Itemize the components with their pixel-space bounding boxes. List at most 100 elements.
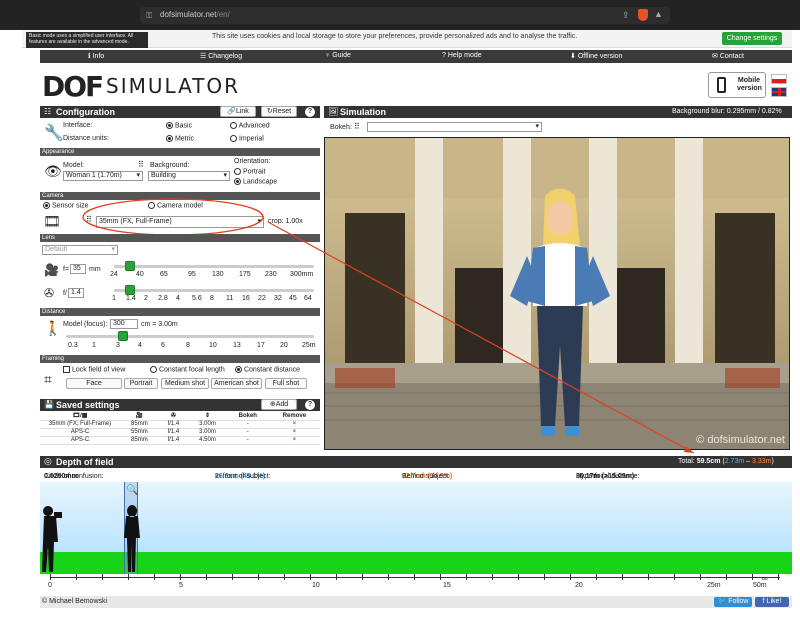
saved-settings-header: 💾 Saved settings ⊕Add ? <box>40 399 320 411</box>
nav-contact[interactable]: ✉ Contact <box>712 52 744 60</box>
table-row[interactable]: APS-C 55mm f/1.4 3.00m - × <box>40 428 320 437</box>
add-button[interactable]: ⊕Add <box>261 399 297 410</box>
constant-distance-radio[interactable]: Constant distance <box>235 366 300 373</box>
focal-unit: mm <box>89 266 101 273</box>
framing-face-button[interactable]: Face <box>66 378 122 389</box>
cell: f/1.4 <box>158 436 189 445</box>
remove-icon[interactable]: × <box>268 436 320 445</box>
table-row[interactable]: 35mm (FX, Full-Frame) 85mm f/1.4 3.00m - × <box>40 420 320 429</box>
units-imperial-radio[interactable]: Imperial <box>230 135 264 142</box>
configuration-title: Configuration <box>56 107 115 117</box>
distance-col-icon: ⇕ <box>188 412 227 421</box>
phone-icon <box>717 77 726 93</box>
change-settings-button[interactable]: Change settings <box>722 32 782 45</box>
framing-portrait-button[interactable]: Portrait <box>124 378 158 389</box>
background-blur: Background blur: 0.295mm / 0.82% <box>672 108 782 115</box>
address-bar[interactable]: ⚿ dofsimulator.net/en/ ⇪ ▲ <box>140 7 670 24</box>
constant-focal-radio[interactable]: Constant focal length <box>150 366 225 373</box>
appearance-section: Appearance <box>40 148 320 156</box>
model-select[interactable]: Woman 1 (1.70m) <box>63 171 143 181</box>
aperture-slider[interactable] <box>114 289 314 292</box>
top-navigation: ℹ Info ☰ Changelog ♀ Guide ? Help mode ⬇… <box>40 50 792 63</box>
interface-label: Interface: <box>63 122 93 129</box>
highlight-ellipse <box>82 198 264 236</box>
footer: © Michael Bemowski 🐦 Follow f Like! <box>40 596 792 608</box>
behind: Behind subject: 32.7cm (54.9%) <box>402 473 453 480</box>
nav-help-mode[interactable]: ? Help mode <box>442 52 482 59</box>
orientation-landscape-radio[interactable]: Landscape <box>234 178 277 185</box>
framing-section: Framing <box>40 355 320 363</box>
aperture-input[interactable]: 1.4 <box>68 288 84 298</box>
cell: f/1.4 <box>158 420 189 429</box>
flag-uk-icon[interactable] <box>771 87 787 97</box>
simulation-image: © dofsimulator.net <box>324 137 790 450</box>
focal-col-icon: 🎥 <box>120 412 159 421</box>
focus-label: Model (focus): <box>63 321 108 328</box>
interface-advanced-radio[interactable]: Advanced <box>230 122 270 129</box>
site-logo[interactable]: DOF SIMULATOR <box>42 70 238 103</box>
person-icon: 🚶 <box>44 320 62 336</box>
saved-settings-table: 🎞/▦ 🎥 ✇ ⇕ Bokeh Remove 35mm (FX, Full-Fr… <box>40 412 320 445</box>
table-row[interactable]: APS-C 85mm f/1.4 4.50m - × <box>40 436 320 445</box>
framing-american-button[interactable]: American shot <box>211 378 262 389</box>
lock-fov-checkbox[interactable]: Lock field of view <box>63 366 125 373</box>
interface-basic-radio[interactable]: Basic <box>166 122 192 129</box>
flag-poland-icon[interactable] <box>771 74 787 84</box>
zoom-icon[interactable]: 🔍 <box>126 485 138 496</box>
bokeh-select[interactable] <box>367 122 542 132</box>
facebook-like-button[interactable]: f Like! <box>755 597 789 607</box>
background-label: Background: <box>150 162 190 169</box>
focus-distance-input[interactable]: 300 <box>110 319 138 329</box>
help-icon[interactable]: ? <box>305 400 315 410</box>
rewards-icon[interactable]: ▲ <box>654 9 663 19</box>
share-icon[interactable]: ⇪ <box>622 10 630 21</box>
focal-length-thumb[interactable] <box>125 261 135 271</box>
saved-settings-title: Saved settings <box>56 400 120 410</box>
nav-info[interactable]: ℹ Info <box>88 52 104 60</box>
total-dof-overlay: Total: 59.5cm (2.73m – 3.33m) <box>676 458 776 465</box>
lens-select[interactable]: Default <box>42 245 118 255</box>
remove-icon[interactable]: × <box>268 420 320 429</box>
cell: 3.00m <box>188 428 227 437</box>
distance-thumb[interactable] <box>118 331 128 341</box>
brave-shield-icon[interactable] <box>638 9 648 21</box>
background-select[interactable]: Building <box>148 171 230 181</box>
site-info-icon[interactable]: ⚿ <box>146 11 152 21</box>
logo-dof: DOF <box>42 70 104 103</box>
sensor-col-icon: 🎞/▦ <box>40 412 120 421</box>
distance-section: Distance <box>40 308 320 316</box>
help-icon[interactable]: ? <box>305 107 315 117</box>
image-icon: 🖼 <box>328 107 339 116</box>
aperture-thumb[interactable] <box>125 285 135 295</box>
orientation-portrait-radio[interactable]: Portrait <box>234 168 266 175</box>
distance-slider[interactable] <box>66 335 314 338</box>
framing-medium-button[interactable]: Medium shot <box>161 378 209 389</box>
mobile-version-button[interactable]: Mobile version <box>708 72 766 98</box>
front: In front of subject: 26.8cm (45.1%) <box>215 473 271 480</box>
link-button[interactable]: 🔗Link <box>220 106 256 117</box>
focal-prefix: f= <box>63 266 70 273</box>
focal-length-input[interactable]: 35 <box>70 264 86 274</box>
cell: - <box>226 420 269 429</box>
mobile-version-label: Mobile version <box>737 77 762 92</box>
reset-button[interactable]: ↻Reset <box>261 106 297 117</box>
dof-diagram: 🔍 0 5 10 15 20 25m 50m ∞ <box>40 482 792 594</box>
bokeh-col: Bokeh <box>226 412 269 421</box>
simulation-title: Simulation <box>340 107 387 117</box>
nav-changelog[interactable]: ☰ Changelog <box>200 52 242 60</box>
nav-guide[interactable]: ♀ Guide <box>325 52 351 59</box>
film-icon: 🎞 <box>43 213 61 229</box>
watermark: © dofsimulator.net <box>696 434 785 446</box>
hyperfocal: Hyperfocal distance: 30.17m (>15.09m) <box>576 473 640 480</box>
cell: 85mm <box>120 436 159 445</box>
cell: 35mm (FX, Full-Frame) <box>40 420 120 429</box>
framing-full-button[interactable]: Full shot <box>265 378 307 389</box>
remove-icon[interactable]: × <box>268 428 320 437</box>
focal-length-slider[interactable] <box>114 265 314 268</box>
cell: - <box>226 428 269 437</box>
wrench-icon: 🔧 <box>44 125 64 142</box>
nav-offline[interactable]: ⬇ Offline version <box>570 52 622 60</box>
units-metric-radio[interactable]: Metric <box>166 135 194 142</box>
twitter-follow-button[interactable]: 🐦 Follow <box>714 597 752 607</box>
configuration-header: ☷ Configuration 🔗Link ↻Reset ? <box>40 106 320 118</box>
